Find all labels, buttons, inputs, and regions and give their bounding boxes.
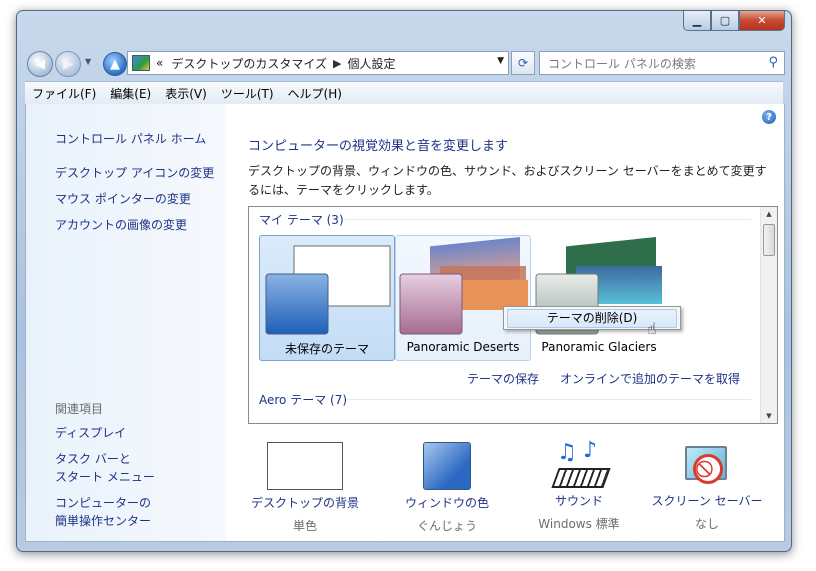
window-color-icon (423, 442, 471, 490)
page-description: デスクトップの背景、ウィンドウの色、サウンド、およびスクリーン セーバーをまとめ… (248, 164, 767, 197)
desktop-background-icon (267, 442, 343, 490)
sidebar-item-mouse-pointer[interactable]: マウス ポインターの変更 (55, 190, 191, 208)
help-icon[interactable]: ? (762, 110, 776, 124)
desktop-background-link[interactable]: デスクトップの背景 (240, 494, 370, 511)
address-bar[interactable]: « デスクトップのカスタマイズ ▶ 個人設定 ▼ (127, 51, 509, 75)
sidebar: コントロール パネル ホーム デスクトップ アイコンの変更 マウス ポインターの… (26, 104, 226, 541)
search-placeholder: コントロール パネルの検索 (548, 56, 696, 71)
save-theme-link[interactable]: テーマの保存 (467, 370, 539, 387)
search-input[interactable]: コントロール パネルの検索 ⚲ (539, 51, 785, 75)
window-color-value: ぐんじょう (416, 519, 477, 533)
sound-value: Windows 標準 (538, 517, 620, 531)
sound-link[interactable]: サウンド (514, 492, 644, 509)
desktop-background-setting[interactable]: デスクトップの背景 単色 (240, 442, 370, 534)
menu-edit[interactable]: 編集(E) (103, 85, 158, 102)
window-color-link[interactable]: ウィンドウの色 (382, 494, 512, 511)
refresh-icon[interactable]: ⟳ (511, 51, 535, 75)
content-area: コントロール パネル ホーム デスクトップ アイコンの変更 マウス ポインターの… (25, 104, 785, 542)
recent-pages-icon[interactable]: ▼ (85, 57, 91, 66)
theme-unsaved-preview (265, 245, 391, 335)
minimize-icon[interactable]: ▁ (683, 11, 711, 31)
sidebar-item-home[interactable]: コントロール パネル ホーム (55, 130, 206, 148)
menu-file[interactable]: ファイル(F) (25, 85, 103, 102)
breadcrumb-customize[interactable]: デスクトップのカスタマイズ (171, 55, 327, 72)
sound-setting[interactable]: ♫ ♪ サウンド Windows 標準 (514, 438, 644, 532)
sidebar-item-desktop-icons[interactable]: デスクトップ アイコンの変更 (55, 164, 214, 182)
menu-tools[interactable]: ツール(T) (214, 85, 281, 102)
theme-label: Panoramic Deserts (406, 340, 520, 354)
explorer-window: ▁ ▢ ✕ ◀ ▶ ▼ ▲ « デスクトップのカスタマイズ ▶ 個人設定 ▼ ⟳… (16, 10, 792, 552)
forward-icon[interactable]: ▶ (55, 51, 81, 77)
back-icon[interactable]: ◀ (27, 51, 53, 77)
screen-saver-value: なし (694, 517, 719, 531)
caption-buttons: ▁ ▢ ✕ (683, 11, 785, 31)
menu-help[interactable]: ヘルプ(H) (281, 85, 349, 102)
up-icon[interactable]: ▲ (103, 52, 127, 76)
desktop-background-value: 単色 (292, 519, 317, 533)
menu-bar: ファイル(F) 編集(E) 表示(V) ツール(T) ヘルプ(H) (25, 81, 783, 105)
group-divider (345, 219, 751, 220)
my-themes-header: マイ テーマ (3) (259, 213, 344, 227)
page-title: コンピューターの視覚効果と音を変更します (248, 139, 509, 154)
screen-saver-icon: ⃠ (681, 442, 733, 488)
address-prefix[interactable]: « (156, 56, 163, 70)
breadcrumb-personalization[interactable]: 個人設定 (347, 55, 395, 72)
theme-label: Panoramic Glaciers (541, 340, 657, 354)
control-panel-icon (132, 55, 150, 71)
theme-panoramic-glaciers[interactable]: Panoramic Glaciers (531, 235, 667, 361)
theme-unsaved[interactable]: 未保存のテーマ (259, 235, 395, 361)
sidebar-item-taskbar[interactable]: タスク バーと スタート メニュー (55, 450, 155, 486)
screen-saver-link[interactable]: スクリーン セーバー (642, 492, 772, 509)
search-icon[interactable]: ⚲ (768, 55, 778, 70)
hand-cursor-icon: ☝ (647, 319, 657, 338)
breadcrumb-chevron-icon[interactable]: ▶ (333, 57, 341, 70)
close-icon[interactable]: ✕ (739, 11, 785, 31)
themes-list: マイ テーマ (3) 未保存のテーマ Panoramic Deserts Pan… (248, 206, 778, 424)
maximize-icon[interactable]: ▢ (711, 11, 739, 31)
theme-panoramic-deserts[interactable]: Panoramic Deserts (395, 235, 531, 361)
group-divider (347, 399, 751, 400)
window-color-setting[interactable]: ウィンドウの色 ぐんじょう (382, 442, 512, 534)
scroll-up-icon[interactable]: ▲ (761, 207, 777, 221)
sidebar-item-display[interactable]: ディスプレイ (55, 424, 126, 442)
screen-saver-setting[interactable]: ⃠ スクリーン セーバー なし (642, 442, 772, 532)
aero-themes-header: Aero テーマ (7) (259, 393, 348, 407)
address-dropdown-icon[interactable]: ▼ (497, 56, 504, 66)
menu-view[interactable]: 表示(V) (158, 85, 214, 102)
sidebar-item-ease-of-access[interactable]: コンピューターの 簡単操作センター (55, 494, 151, 530)
get-more-themes-link[interactable]: オンラインで追加のテーマを取得 (560, 370, 740, 387)
themes-scrollbar[interactable]: ▲ ▼ (760, 207, 777, 423)
scroll-thumb[interactable] (763, 224, 775, 256)
sound-icon: ♫ ♪ (549, 438, 611, 488)
related-header: 関連項目 (55, 402, 104, 416)
scroll-down-icon[interactable]: ▼ (761, 409, 777, 423)
sidebar-item-account-picture[interactable]: アカウントの画像の変更 (55, 216, 187, 234)
theme-label: 未保存のテーマ (284, 342, 369, 356)
navigation-bar: ◀ ▶ ▼ ▲ « デスクトップのカスタマイズ ▶ 個人設定 ▼ ⟳ コントロー… (25, 49, 785, 77)
